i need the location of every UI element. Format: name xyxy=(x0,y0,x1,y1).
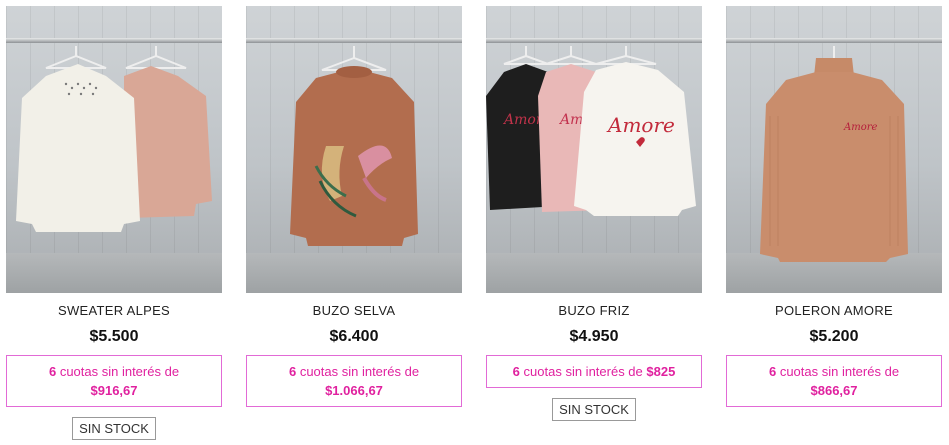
installments-count: 6 xyxy=(288,364,297,379)
product-card[interactable]: Amore POLERON AMORE $5.200 6 cuotas sin … xyxy=(726,6,942,407)
product-price: $5.500 xyxy=(89,328,139,345)
product-image[interactable] xyxy=(246,6,462,293)
installments-info: 6 cuotas sin interés de $825 xyxy=(486,355,702,388)
product-name[interactable]: BUZO FRIZ xyxy=(486,303,702,319)
product-card[interactable]: SWEATER ALPES $5.500 6 cuotas sin interé… xyxy=(6,6,222,440)
installments-count: 6 xyxy=(512,364,520,379)
product-name[interactable]: POLERON AMORE xyxy=(726,303,942,319)
installments-info: 6 cuotas sin interés de $916,67 xyxy=(6,355,222,407)
installments-amount: $916,67 xyxy=(90,383,138,398)
print-text: Amore xyxy=(843,122,878,133)
installments-text: cuotas sin interés de xyxy=(59,364,180,379)
product-card[interactable]: Amore Amore Amore BUZO FRIZ $4.950 6 cuo… xyxy=(486,6,702,421)
installments-amount: $1.066,67 xyxy=(325,383,383,398)
installments-amount: $825 xyxy=(646,364,676,379)
installments-text: cuotas sin interés de xyxy=(523,364,643,379)
product-image[interactable]: Amore xyxy=(726,6,942,293)
installments-info: 6 cuotas sin interés de $866,67 xyxy=(726,355,942,407)
product-card[interactable]: BUZO SELVA $6.400 6 cuotas sin interés d… xyxy=(246,6,462,407)
product-name[interactable]: SWEATER ALPES xyxy=(6,303,222,319)
out-of-stock-badge: SIN STOCK xyxy=(552,398,636,421)
product-price: $5.200 xyxy=(809,328,859,345)
installments-count: 6 xyxy=(48,364,57,379)
installments-count: 6 xyxy=(768,364,777,379)
product-image[interactable] xyxy=(6,6,222,293)
installments-text: cuotas sin interés de xyxy=(779,364,900,379)
product-grid: SWEATER ALPES $5.500 6 cuotas sin interé… xyxy=(0,0,949,445)
product-name[interactable]: BUZO SELVA xyxy=(246,303,462,319)
product-image[interactable]: Amore Amore Amore xyxy=(486,6,702,293)
print-text: Amore xyxy=(606,113,675,137)
product-price: $4.950 xyxy=(569,328,619,345)
product-price: $6.400 xyxy=(329,328,379,345)
installments-amount: $866,67 xyxy=(810,383,858,398)
installments-text: cuotas sin interés de xyxy=(299,364,420,379)
out-of-stock-badge: SIN STOCK xyxy=(72,417,156,440)
installments-info: 6 cuotas sin interés de $1.066,67 xyxy=(246,355,462,407)
